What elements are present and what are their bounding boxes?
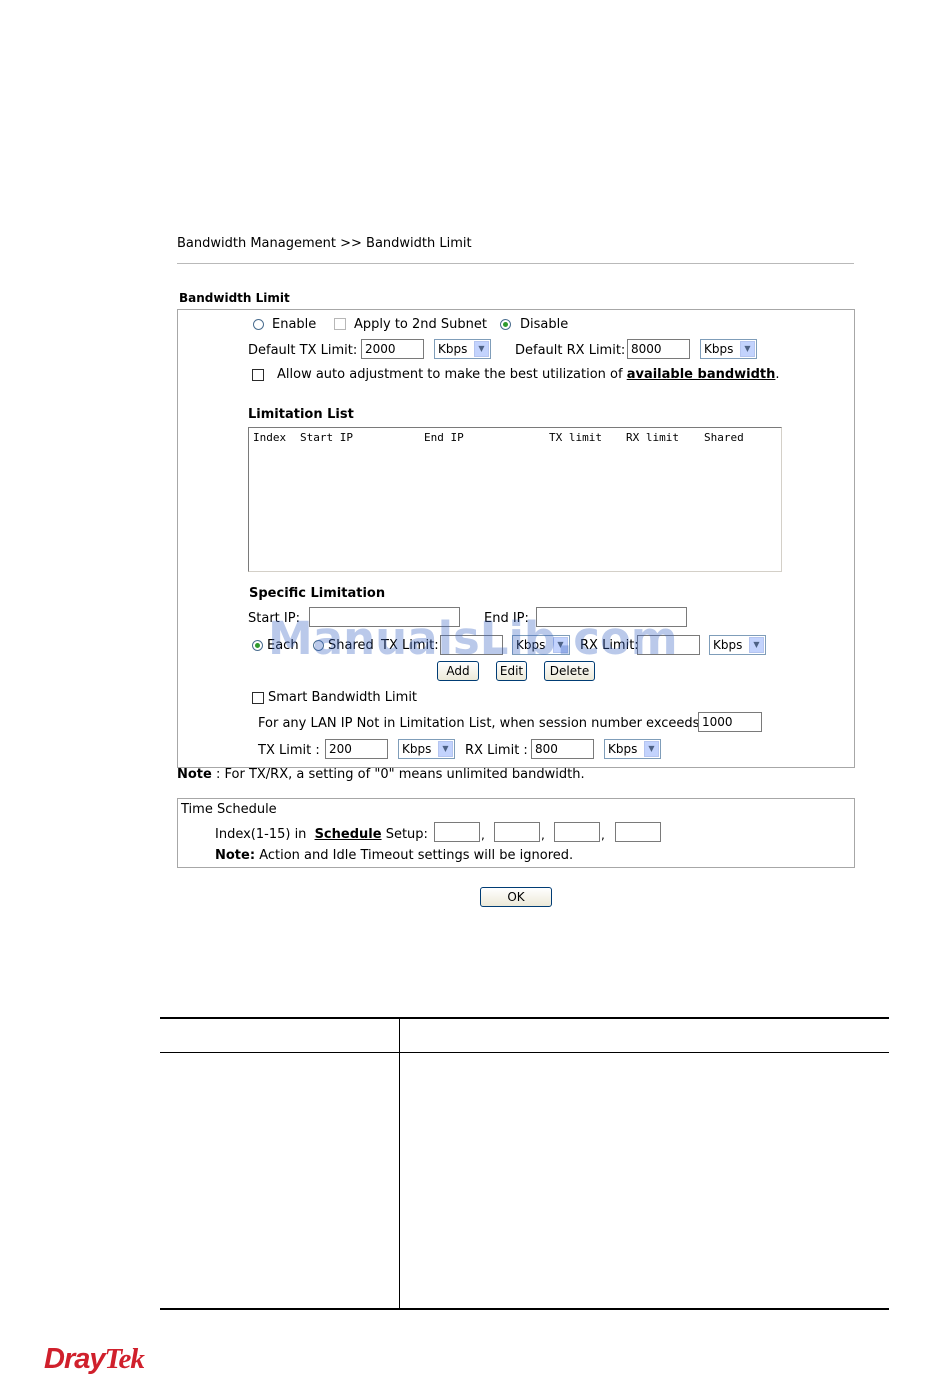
apply-2nd-subnet-checkbox[interactable] [334,318,346,330]
auto-adjust-period: . [775,367,780,382]
smart-tx-unit-value: Kbps [402,742,432,756]
section-title-bandwidth-limit: Bandwidth Limit [179,291,290,305]
start-ip-input[interactable] [309,607,460,627]
each-radio[interactable] [252,640,263,651]
disable-label: Disable [520,317,569,332]
shared-label: Shared [328,638,374,653]
auto-adjust-text: Allow auto adjustment to make the best u… [277,367,623,382]
enable-label: Enable [272,317,317,332]
default-tx-label: Default TX Limit: [248,343,358,358]
default-tx-unit-value: Kbps [438,342,468,356]
table-column-divider [399,1018,400,1309]
smart-rx-input[interactable]: 800 [531,739,594,759]
chevron-down-icon: ▼ [749,637,764,653]
time-schedule-title: Time Schedule [181,802,277,817]
chevron-down-icon: ▼ [553,637,568,653]
specific-tx-unit-select[interactable]: Kbps ▼ [512,635,570,655]
schedule-input-4[interactable] [615,822,661,842]
default-rx-unit-value: Kbps [704,342,734,356]
end-ip-label: End IP: [484,611,529,626]
schedule-input-3[interactable] [554,822,600,842]
limitation-list-title: Limitation List [248,407,354,422]
logo-part2: Tek [104,1343,145,1375]
specific-rx-unit-select[interactable]: Kbps ▼ [709,635,766,655]
note-text: : For TX/RX, a setting of "0" means unli… [215,767,585,782]
col-end-ip: End IP [424,431,464,444]
smart-bandwidth-description: For any LAN IP Not in Limitation List, w… [258,716,700,731]
auto-adjust-checkbox[interactable] [252,369,264,381]
schedule-setup-text: Setup: [385,827,428,842]
col-shared: Shared [704,431,744,444]
smart-rx-unit-select[interactable]: Kbps ▼ [604,739,661,759]
auto-adjust-row: Allow auto adjustment to make the best u… [277,367,780,382]
end-ip-input[interactable] [536,607,687,627]
specific-rx-input[interactable] [637,635,700,655]
ok-button[interactable]: OK [480,887,552,907]
specific-limitation-title: Specific Limitation [249,586,386,601]
smart-bandwidth-title: Smart Bandwidth Limit [268,690,418,705]
schedule-comma-2: , [541,828,545,842]
schedule-index-text: Index(1-15) in [215,827,307,842]
logo-part1: Dray [44,1343,105,1375]
note-row: Note : For TX/RX, a setting of "0" means… [177,767,585,782]
breadcrumb: Bandwidth Management >> Bandwidth Limit [177,236,472,251]
edit-button[interactable]: Edit [496,661,527,681]
smart-tx-input[interactable]: 200 [325,739,388,759]
schedule-note-text: Action and Idle Timeout settings will be… [259,848,574,863]
chevron-down-icon: ▼ [740,341,755,357]
schedule-input-2[interactable] [494,822,540,842]
col-tx-limit: TX limit [549,431,602,444]
add-button[interactable]: Add [437,661,479,681]
disable-radio[interactable] [500,319,511,330]
smart-tx-label: TX Limit : [258,743,320,758]
each-label: Each [267,638,299,653]
delete-button[interactable]: Delete [544,661,595,681]
specific-tx-input[interactable] [440,635,503,655]
specific-rx-unit-value: Kbps [713,638,743,652]
schedule-note-label: Note: [215,848,256,863]
apply-2nd-subnet-label: Apply to 2nd Subnet [354,317,487,332]
specific-tx-unit-value: Kbps [516,638,546,652]
available-bandwidth-link[interactable]: available bandwidth [627,367,776,382]
default-tx-unit-select[interactable]: Kbps ▼ [434,339,491,359]
schedule-note-row: Note: Action and Idle Timeout settings w… [215,848,573,863]
start-ip-label: Start IP: [248,611,300,626]
schedule-input-1[interactable] [434,822,480,842]
col-index: Index [253,431,287,444]
enable-radio[interactable] [253,319,264,330]
schedule-comma-1: , [481,828,485,842]
table-header-rule [160,1052,889,1053]
shared-radio[interactable] [313,640,324,651]
default-rx-label: Default RX Limit: [515,343,626,358]
col-start-ip: Start IP [300,431,353,444]
table-bottom-rule [160,1308,889,1310]
breadcrumb-divider [177,263,854,264]
default-tx-input[interactable]: 2000 [361,339,424,359]
draytek-logo: DrayTek [44,1343,145,1376]
session-number-input[interactable]: 1000 [698,712,762,732]
schedule-comma-3: , [601,828,605,842]
schedule-index-row: Index(1-15) in Schedule Setup: [215,827,428,842]
smart-rx-label: RX Limit : [465,743,528,758]
chevron-down-icon: ▼ [438,741,453,757]
default-rx-unit-select[interactable]: Kbps ▼ [700,339,757,359]
smart-tx-unit-select[interactable]: Kbps ▼ [398,739,455,759]
chevron-down-icon: ▼ [474,341,489,357]
schedule-link[interactable]: Schedule [315,827,382,842]
specific-tx-limit-label: TX Limit: [381,638,439,653]
col-rx-limit: RX limit [626,431,679,444]
smart-bandwidth-checkbox[interactable] [252,692,264,704]
smart-rx-unit-value: Kbps [608,742,638,756]
chevron-down-icon: ▼ [644,741,659,757]
table-top-rule [160,1017,889,1019]
specific-rx-limit-label: RX Limit: [580,638,639,653]
note-label: Note [177,767,212,782]
default-rx-input[interactable]: 8000 [627,339,690,359]
limitation-list-box[interactable]: Index Start IP End IP TX limit RX limit … [248,427,782,572]
